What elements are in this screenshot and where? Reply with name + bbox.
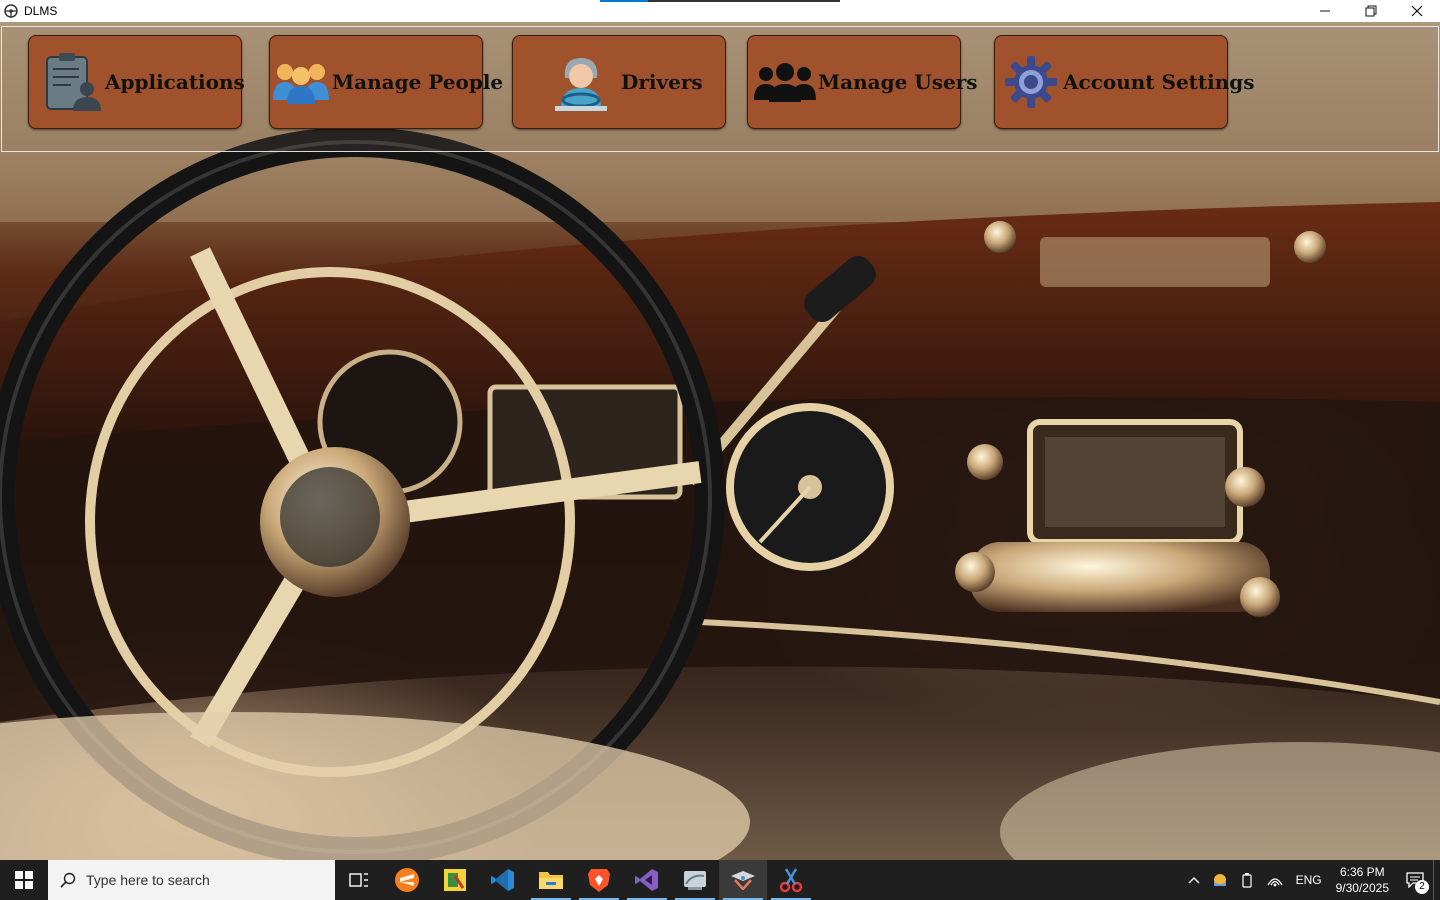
brave-icon (588, 869, 610, 892)
git-gui-icon (444, 869, 466, 891)
tray-network[interactable] (1260, 860, 1290, 900)
search-icon (60, 872, 76, 888)
task-view-icon (349, 873, 368, 887)
account-settings-label: Account Settings (1063, 70, 1255, 94)
taskbar-app-visual-studio[interactable] (623, 860, 671, 900)
taskbar-search-box[interactable]: Type here to search (48, 860, 335, 900)
clock-time: 6:36 PM (1339, 865, 1385, 879)
manage-people-label: Manage People (332, 70, 504, 94)
close-button[interactable] (1394, 0, 1440, 22)
wifi-icon (1267, 878, 1283, 887)
drivers-button[interactable]: Drivers (512, 35, 726, 129)
windows-logo-icon (15, 871, 33, 889)
taskbar-app-sublime[interactable] (383, 860, 431, 900)
taskbar-app-snipping-tool[interactable] (767, 860, 815, 900)
battery-icon (1241, 873, 1252, 888)
people-group-icon (270, 50, 332, 114)
gear-icon (999, 50, 1063, 114)
action-center-button[interactable]: 2 (1397, 860, 1433, 900)
notification-badge: 2 (1415, 880, 1429, 894)
applications-button[interactable]: Applications (28, 35, 245, 129)
manage-users-button[interactable]: Manage Users (747, 35, 978, 129)
restore-button[interactable] (1348, 0, 1394, 22)
title-bar: DLMS (0, 0, 1440, 22)
window-controls (1302, 0, 1440, 22)
minimize-icon (1320, 10, 1330, 12)
users-icon (752, 50, 818, 114)
account-settings-button[interactable]: Account Settings (994, 35, 1255, 129)
title-accent-blue (600, 0, 648, 2)
drivers-label: Drivers (621, 70, 703, 94)
tray-weather[interactable] (1206, 860, 1234, 900)
restore-icon (1365, 5, 1377, 17)
file-explorer-icon (539, 872, 563, 889)
tray-battery[interactable] (1234, 860, 1260, 900)
applications-label: Applications (105, 70, 245, 94)
driver-icon (549, 50, 613, 114)
start-button[interactable] (0, 860, 48, 900)
taskbar-app-file-explorer[interactable] (527, 860, 575, 900)
tray-overflow-button[interactable] (1182, 860, 1206, 900)
close-icon (1411, 5, 1423, 17)
chevron-up-icon (1188, 877, 1200, 884)
weather-icon (1213, 874, 1226, 886)
sublime-text-icon (395, 868, 419, 892)
system-tray: ENG 6:36 PM 9/30/2025 2 (1182, 860, 1440, 900)
main-toolbar: Applications Manage People Drivers Manag… (1, 26, 1439, 152)
taskbar-clock[interactable]: 6:36 PM 9/30/2025 (1328, 864, 1397, 896)
visual-studio-icon (635, 869, 658, 891)
taskbar-app-ssms[interactable] (671, 860, 719, 900)
tray-language[interactable]: ENG (1290, 860, 1328, 900)
taskbar-app-vscode[interactable] (479, 860, 527, 900)
taskbar-app-brave[interactable] (575, 860, 623, 900)
window-title: DLMS (24, 4, 58, 18)
task-view-button[interactable] (335, 860, 383, 900)
steering-wheel-icon (4, 4, 18, 18)
clipboard-person-icon (41, 50, 105, 114)
minimize-button[interactable] (1302, 0, 1348, 22)
vscode-icon (491, 869, 514, 891)
taskbar-app-git-gui[interactable] (431, 860, 479, 900)
show-desktop-button[interactable] (1433, 860, 1440, 900)
manage-users-label: Manage Users (818, 70, 978, 94)
ssms-icon (684, 871, 706, 890)
taskbar: Type here to search ENG 6:36 PM 9/30/202… (0, 860, 1440, 900)
taskbar-app-dlms[interactable] (719, 860, 767, 900)
manage-people-button[interactable]: Manage People (269, 35, 503, 129)
snipping-tool-icon (779, 868, 803, 893)
search-placeholder: Type here to search (86, 872, 210, 888)
dlms-app-icon (731, 871, 755, 890)
clock-date: 9/30/2025 (1335, 881, 1389, 895)
